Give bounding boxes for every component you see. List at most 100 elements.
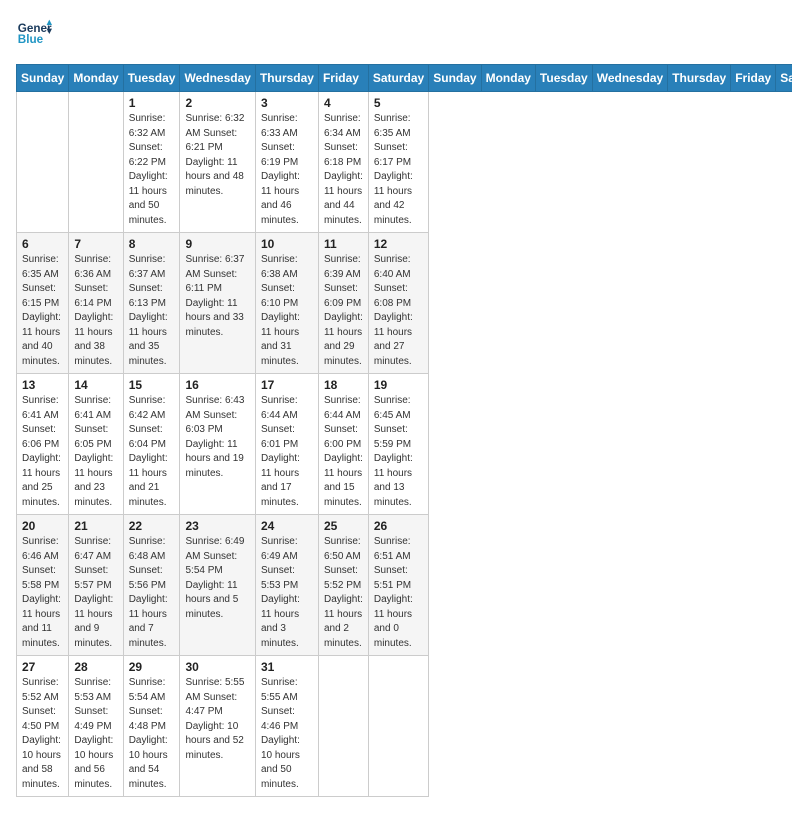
day-number: 10 — [261, 237, 313, 251]
day-number: 9 — [185, 237, 249, 251]
calendar-cell: 22 Sunrise: 6:48 AM Sunset: 5:56 PM Dayli… — [123, 515, 180, 656]
day-info: Sunrise: 6:41 AM Sunset: 6:05 PM Dayligh… — [74, 394, 117, 510]
day-info: Sunrise: 6:36 AM Sunset: 6:14 PM Dayligh… — [74, 253, 117, 369]
calendar-cell: 28 Sunrise: 5:53 AM Sunset: 4:49 PM Dayli… — [69, 656, 123, 797]
day-info: Sunrise: 6:39 AM Sunset: 6:09 PM Dayligh… — [324, 253, 363, 369]
day-number: 24 — [261, 519, 313, 533]
day-of-week-header: Wednesday — [592, 65, 667, 92]
day-info: Sunrise: 6:44 AM Sunset: 6:00 PM Dayligh… — [324, 394, 363, 510]
calendar-table: SundayMondayTuesdayWednesdayThursdayFrid… — [16, 64, 792, 797]
calendar-cell: 13 Sunrise: 6:41 AM Sunset: 6:06 PM Dayli… — [17, 374, 69, 515]
day-number: 29 — [129, 660, 175, 674]
calendar-cell: 20 Sunrise: 6:46 AM Sunset: 5:58 PM Dayli… — [17, 515, 69, 656]
day-number: 8 — [129, 237, 175, 251]
day-info: Sunrise: 5:53 AM Sunset: 4:49 PM Dayligh… — [74, 676, 117, 792]
calendar-cell: 11 Sunrise: 6:39 AM Sunset: 6:09 PM Dayli… — [318, 233, 368, 374]
day-number: 19 — [374, 378, 423, 392]
calendar-cell: 1Sunrise: 6:32 AM Sunset: 6:22 PM Daylig… — [123, 92, 180, 233]
day-number: 16 — [185, 378, 249, 392]
calendar-cell: 18 Sunrise: 6:44 AM Sunset: 6:00 PM Dayli… — [318, 374, 368, 515]
day-number: 13 — [22, 378, 63, 392]
day-of-week-header: Tuesday — [123, 65, 180, 92]
day-info: Sunrise: 6:34 AM Sunset: 6:18 PM Dayligh… — [324, 112, 363, 228]
calendar-cell: 23 Sunrise: 6:49 AM Sunset: 5:54 PM Dayli… — [180, 515, 255, 656]
calendar-cell: 8 Sunrise: 6:37 AM Sunset: 6:13 PM Daylig… — [123, 233, 180, 374]
day-number: 20 — [22, 519, 63, 533]
calendar-cell: 9 Sunrise: 6:37 AM Sunset: 6:11 PM Daylig… — [180, 233, 255, 374]
calendar-cell — [69, 92, 123, 233]
calendar-cell: 17Sunrise: 6:44 AM Sunset: 6:01 PM Dayli… — [255, 374, 318, 515]
day-of-week-header: Tuesday — [535, 65, 592, 92]
day-info: Sunrise: 6:41 AM Sunset: 6:06 PM Dayligh… — [22, 394, 63, 510]
calendar-week-row: 6 Sunrise: 6:35 AM Sunset: 6:15 PM Daylig… — [17, 233, 792, 374]
day-number: 3 — [261, 96, 313, 110]
calendar-cell: 21 Sunrise: 6:47 AM Sunset: 5:57 PM Dayli… — [69, 515, 123, 656]
day-info: Sunrise: 6:40 AM Sunset: 6:08 PM Dayligh… — [374, 253, 423, 369]
day-info: Sunrise: 6:35 AM Sunset: 6:17 PM Dayligh… — [374, 112, 423, 228]
day-info: Sunrise: 5:55 AM Sunset: 4:47 PM Dayligh… — [185, 676, 249, 763]
calendar-week-row: 1Sunrise: 6:32 AM Sunset: 6:22 PM Daylig… — [17, 92, 792, 233]
day-number: 7 — [74, 237, 117, 251]
day-number: 23 — [185, 519, 249, 533]
day-info: Sunrise: 6:46 AM Sunset: 5:58 PM Dayligh… — [22, 535, 63, 651]
day-of-week-header: Sunday — [17, 65, 69, 92]
day-of-week-header: Friday — [731, 65, 776, 92]
calendar-week-row: 20 Sunrise: 6:46 AM Sunset: 5:58 PM Dayli… — [17, 515, 792, 656]
day-info: Sunrise: 6:49 AM Sunset: 5:53 PM Dayligh… — [261, 535, 313, 651]
day-info: Sunrise: 6:45 AM Sunset: 5:59 PM Dayligh… — [374, 394, 423, 510]
day-info: Sunrise: 6:37 AM Sunset: 6:13 PM Dayligh… — [129, 253, 175, 369]
day-number: 22 — [129, 519, 175, 533]
calendar-cell: 24 Sunrise: 6:49 AM Sunset: 5:53 PM Dayli… — [255, 515, 318, 656]
calendar-cell: 30Sunrise: 5:55 AM Sunset: 4:47 PM Dayli… — [180, 656, 255, 797]
calendar-cell: 3Sunrise: 6:33 AM Sunset: 6:19 PM Daylig… — [255, 92, 318, 233]
calendar-cell: 7 Sunrise: 6:36 AM Sunset: 6:14 PM Daylig… — [69, 233, 123, 374]
svg-text:Blue: Blue — [18, 33, 44, 46]
day-info: Sunrise: 6:35 AM Sunset: 6:15 PM Dayligh… — [22, 253, 63, 369]
day-info: Sunrise: 5:54 AM Sunset: 4:48 PM Dayligh… — [129, 676, 175, 792]
day-info: Sunrise: 6:51 AM Sunset: 5:51 PM Dayligh… — [374, 535, 423, 651]
day-of-week-header: Friday — [318, 65, 368, 92]
calendar-cell: 4 Sunrise: 6:34 AM Sunset: 6:18 PM Daylig… — [318, 92, 368, 233]
calendar-cell: 14 Sunrise: 6:41 AM Sunset: 6:05 PM Dayli… — [69, 374, 123, 515]
page-header: General Blue — [16, 16, 776, 52]
day-info: Sunrise: 6:37 AM Sunset: 6:11 PM Dayligh… — [185, 253, 249, 340]
day-number: 6 — [22, 237, 63, 251]
day-number: 12 — [374, 237, 423, 251]
day-of-week-header: Saturday — [776, 65, 792, 92]
calendar-cell: 15 Sunrise: 6:42 AM Sunset: 6:04 PM Dayli… — [123, 374, 180, 515]
calendar-cell: 10Sunrise: 6:38 AM Sunset: 6:10 PM Dayli… — [255, 233, 318, 374]
calendar-cell: 29 Sunrise: 5:54 AM Sunset: 4:48 PM Dayli… — [123, 656, 180, 797]
calendar-cell — [318, 656, 368, 797]
day-info: Sunrise: 5:52 AM Sunset: 4:50 PM Dayligh… — [22, 676, 63, 792]
calendar-cell: 6 Sunrise: 6:35 AM Sunset: 6:15 PM Daylig… — [17, 233, 69, 374]
day-info: Sunrise: 6:42 AM Sunset: 6:04 PM Dayligh… — [129, 394, 175, 510]
day-number: 26 — [374, 519, 423, 533]
calendar-cell: 27 Sunrise: 5:52 AM Sunset: 4:50 PM Dayli… — [17, 656, 69, 797]
calendar-cell — [17, 92, 69, 233]
day-of-week-header: Wednesday — [180, 65, 255, 92]
calendar-week-row: 13 Sunrise: 6:41 AM Sunset: 6:06 PM Dayli… — [17, 374, 792, 515]
day-info: Sunrise: 6:49 AM Sunset: 5:54 PM Dayligh… — [185, 535, 249, 622]
day-number: 4 — [324, 96, 363, 110]
day-info: Sunrise: 6:32 AM Sunset: 6:22 PM Dayligh… — [129, 112, 175, 228]
day-info: Sunrise: 6:48 AM Sunset: 5:56 PM Dayligh… — [129, 535, 175, 651]
day-info: Sunrise: 6:47 AM Sunset: 5:57 PM Dayligh… — [74, 535, 117, 651]
calendar-cell: 19 Sunrise: 6:45 AM Sunset: 5:59 PM Dayli… — [368, 374, 428, 515]
day-number: 15 — [129, 378, 175, 392]
calendar-cell: 25Sunrise: 6:50 AM Sunset: 5:52 PM Dayli… — [318, 515, 368, 656]
day-number: 14 — [74, 378, 117, 392]
day-number: 17 — [261, 378, 313, 392]
calendar-cell: 31Sunrise: 5:55 AM Sunset: 4:46 PM Dayli… — [255, 656, 318, 797]
day-number: 27 — [22, 660, 63, 674]
day-number: 28 — [74, 660, 117, 674]
day-number: 18 — [324, 378, 363, 392]
day-info: Sunrise: 5:55 AM Sunset: 4:46 PM Dayligh… — [261, 676, 313, 792]
day-info: Sunrise: 6:32 AM Sunset: 6:21 PM Dayligh… — [185, 112, 249, 199]
day-number: 25 — [324, 519, 363, 533]
day-of-week-header: Monday — [69, 65, 123, 92]
calendar-header-row: SundayMondayTuesdayWednesdayThursdayFrid… — [17, 65, 792, 92]
day-number: 21 — [74, 519, 117, 533]
day-info: Sunrise: 6:43 AM Sunset: 6:03 PM Dayligh… — [185, 394, 249, 481]
day-number: 11 — [324, 237, 363, 251]
day-of-week-header: Thursday — [668, 65, 731, 92]
